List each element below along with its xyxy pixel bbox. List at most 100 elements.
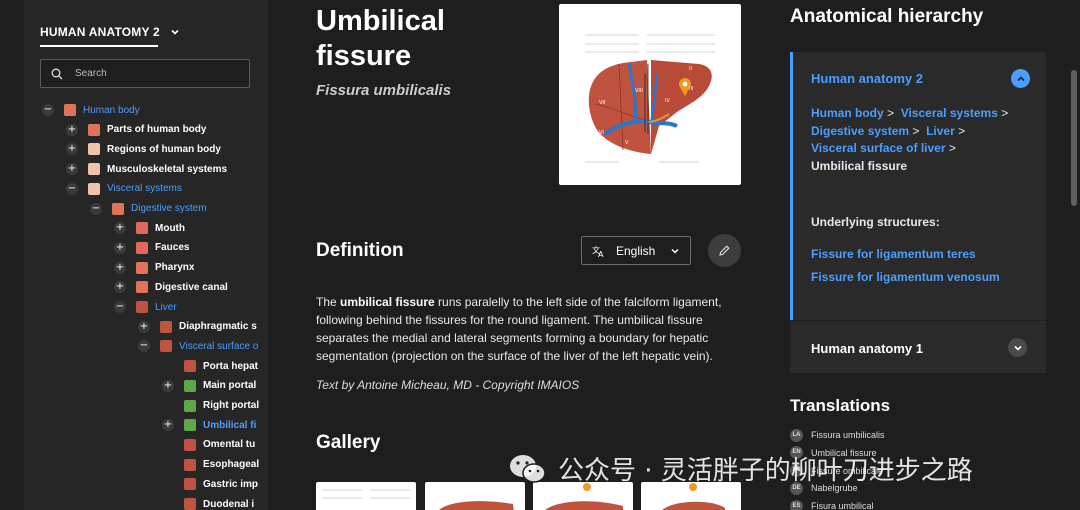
- tree-item-label: Liver: [155, 301, 177, 313]
- collapse-icon[interactable]: −: [90, 202, 102, 215]
- anatomy-icon: [136, 281, 148, 294]
- breadcrumb-link[interactable]: Liver: [926, 124, 955, 138]
- tree-item-label: Visceral systems: [107, 183, 182, 195]
- search-input[interactable]: [75, 68, 225, 79]
- tree-item[interactable]: + Mouth: [114, 219, 185, 237]
- svg-text:V: V: [625, 140, 629, 146]
- breadcrumb-link[interactable]: Digestive system: [811, 124, 909, 138]
- underlying-link[interactable]: Fissure for ligamentum venosum: [811, 270, 1000, 284]
- chevron-down-icon: [171, 29, 179, 35]
- expand-icon[interactable]: +: [138, 320, 150, 333]
- tree-item[interactable]: Right portal: [162, 397, 259, 415]
- breadcrumb-link[interactable]: Human body: [811, 106, 884, 120]
- chevron-up-icon: [1016, 75, 1025, 81]
- anatomy-icon: [88, 143, 100, 156]
- hierarchy-title: Anatomical hierarchy: [790, 6, 984, 27]
- language-badge: ES: [790, 499, 803, 510]
- watermark-text: 公众号 · 灵活胖子的柳叶刀进步之路: [558, 456, 973, 486]
- expand-icon[interactable]: +: [66, 143, 78, 156]
- definition-term: umbilical fissure: [340, 295, 435, 309]
- tree-item[interactable]: + Musculoskeletal systems: [66, 160, 227, 178]
- anatomy-icon: [64, 104, 76, 116]
- watermark: 公众号 · 灵活胖子的柳叶刀进步之路: [508, 450, 973, 487]
- collapse-icon[interactable]: −: [114, 301, 126, 313]
- expand-icon[interactable]: +: [162, 379, 174, 392]
- anatomy-icon: [136, 301, 148, 313]
- definition-credit: Text by Antoine Micheau, MD - Copyright …: [316, 378, 580, 392]
- hierarchy-card-title[interactable]: Human anatomy 2: [811, 71, 923, 86]
- anatomy-icon: [136, 241, 148, 254]
- thumbnail-image: [322, 489, 410, 499]
- breadcrumb-current: Umbilical fissure: [811, 158, 908, 173]
- liver-illustration: VIIVIIIIV IIIIIVIV: [585, 34, 715, 163]
- tree-item[interactable]: Porta hepat: [162, 357, 258, 375]
- edit-button[interactable]: [708, 234, 741, 267]
- breadcrumb-link[interactable]: Visceral surface of liver: [811, 141, 946, 155]
- search-box[interactable]: [40, 59, 250, 88]
- tree-item-label: Visceral surface o: [179, 340, 259, 352]
- chevron-down-icon: [1013, 345, 1022, 351]
- expand-icon[interactable]: +: [114, 241, 126, 254]
- underlying-label: Underlying structures:: [811, 215, 940, 229]
- anatomy-tree: − Human body + Parts of human body + Regions …: [24, 100, 268, 510]
- tree-item[interactable]: + Diaphragmatic s: [138, 318, 257, 336]
- tree-item[interactable]: + Parts of human body: [66, 121, 206, 139]
- tree-item[interactable]: − Visceral surface o: [138, 337, 258, 355]
- tree-item[interactable]: Duodenal i: [162, 495, 254, 510]
- expand-icon[interactable]: +: [114, 222, 126, 235]
- collapse-icon[interactable]: −: [138, 340, 150, 353]
- tree-item[interactable]: + Fauces: [114, 239, 189, 257]
- language-select[interactable]: 文 A English: [581, 236, 691, 265]
- expand-icon[interactable]: +: [114, 261, 126, 274]
- tree-item[interactable]: − Digestive system: [90, 200, 207, 218]
- translate-icon: 文 A: [592, 245, 604, 258]
- svg-text:A: A: [598, 250, 604, 258]
- tree-item-label: Gastric imp: [203, 478, 259, 490]
- tree-item-label: Omental tu: [203, 439, 256, 451]
- tree-item[interactable]: − Visceral systems: [66, 180, 182, 198]
- collapse-icon[interactable]: −: [66, 182, 78, 195]
- expand-icon[interactable]: +: [66, 163, 78, 176]
- expand-button[interactable]: [1008, 338, 1027, 357]
- tree-item[interactable]: + Pharynx: [114, 259, 194, 277]
- breadcrumb-link[interactable]: Visceral systems: [901, 106, 998, 120]
- language-badge: LA: [790, 428, 803, 442]
- anatomy-icon: [184, 498, 196, 510]
- tree-item[interactable]: Omental tu: [162, 436, 255, 454]
- tree-item[interactable]: + Main portal: [162, 377, 256, 395]
- tree-item-label: Duodenal i: [203, 498, 255, 510]
- page-scrollbar[interactable]: [1068, 0, 1080, 510]
- tree-item-label: Right portal: [203, 400, 260, 411]
- collapse-button[interactable]: [1011, 69, 1030, 88]
- tree-item[interactable]: + Regions of human body: [66, 140, 221, 158]
- collapse-icon[interactable]: −: [42, 104, 54, 116]
- tree-item[interactable]: − Liver: [114, 298, 177, 316]
- breadcrumb: Human body > Visceral systems > Digestiv…: [811, 106, 1009, 173]
- expand-icon[interactable]: +: [66, 123, 78, 136]
- hierarchy-card-expanded: Human anatomy 2 Human body > Visceral sy…: [790, 52, 1046, 320]
- tree-item[interactable]: + Digestive canal: [114, 278, 228, 296]
- tree-item[interactable]: + Umbilical fi: [162, 416, 256, 434]
- translation-text: Fissura umbilicalis: [811, 430, 885, 440]
- anatomy-figure[interactable]: VII VIII IV II III VI V: [559, 4, 741, 185]
- anatomy-icon: [88, 163, 100, 176]
- tree-item[interactable]: Gastric imp: [162, 475, 258, 493]
- tree-item-label: Parts of human body: [107, 124, 207, 136]
- expand-icon[interactable]: +: [114, 281, 126, 294]
- hierarchy-card-collapsed[interactable]: Human anatomy 1: [790, 321, 1046, 373]
- scrollbar-thumb[interactable]: [1071, 70, 1077, 206]
- tree-item[interactable]: − Human body: [42, 101, 140, 119]
- hierarchy-card-title: Human anatomy 1: [811, 341, 923, 356]
- anatomy-icon: [136, 261, 148, 274]
- translation-item: LA Fissura umbilicalis: [790, 428, 885, 442]
- expand-icon[interactable]: +: [162, 419, 174, 432]
- tree-item-label: Porta hepat: [203, 360, 259, 372]
- tree-item[interactable]: Esophageal: [162, 456, 259, 474]
- gallery-thumbnail[interactable]: [316, 482, 416, 510]
- underlying-link[interactable]: Fissure for ligamentum teres: [811, 247, 976, 261]
- anatomy-icon: [88, 123, 100, 136]
- atlas-selector[interactable]: HUMAN ANATOMY 2: [40, 22, 180, 47]
